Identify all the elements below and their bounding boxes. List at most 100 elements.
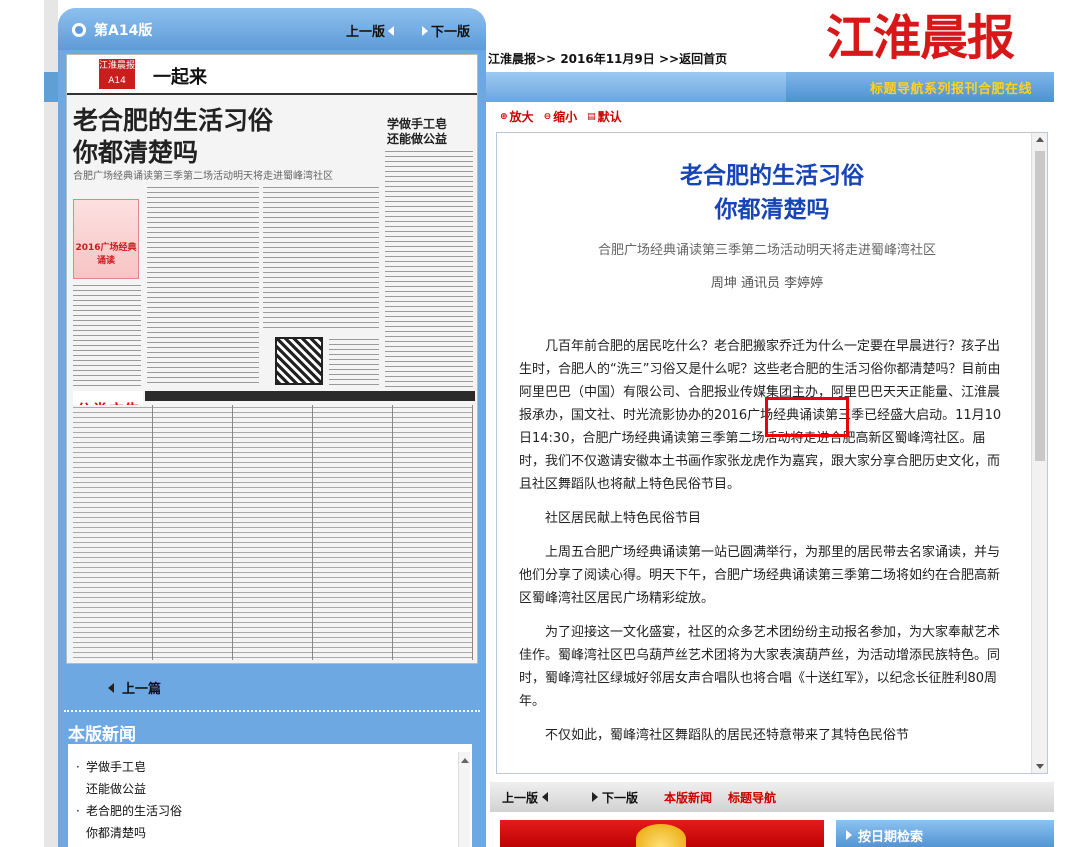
article-subtitle: 合肥广场经典诵读第三季第二场活动明天将走进蜀峰湾社区 <box>597 243 936 258</box>
zoom-out-icon: ⊖ <box>543 111 552 122</box>
newspaper-page-thumbnail[interactable]: 江淮晨报 A14 一起来 老合肥的生活习俗 你都清楚吗 合肥广场经典诵读第三季第… <box>66 54 478 664</box>
article-paragraph: 不仅如此，蜀峰湾社区舞蹈队的居民还特意带来了其特色民俗节 <box>545 728 910 743</box>
default-icon: ▤ <box>587 111 596 122</box>
news-item-2-line-1: 老合肥的生活习俗 <box>86 804 183 818</box>
left-panel-header: 第A14版 上一版 下一版 <box>58 8 486 50</box>
zoom-out-button[interactable]: ⊖ 缩小 <box>544 108 578 125</box>
zoom-in-icon: ⊕ <box>500 111 508 122</box>
zoom-controls: ⊕ 放大 ⊖ 缩小 ▤ 默认 <box>500 108 622 125</box>
page-news-list-box: · 学做手工皂 还能做公益 · 老合肥的生活习俗 你都清楚吗 <box>68 744 472 847</box>
next-page-button[interactable]: 下一版 <box>422 21 470 40</box>
article-body: 几百年前合肥的居民吃什么？老合肥搬家乔迁为什么一定要在早晨进行？孩子出生时，合肥… <box>519 335 1005 747</box>
zoom-in-button[interactable]: ⊕ 放大 <box>500 108 534 125</box>
bottom-page-news-link[interactable]: 本版新闻 <box>664 789 712 806</box>
left-panel: 第A14版 上一版 下一版 江淮晨报 A14 一起来 老合肥的生活习俗 你都清楚… <box>58 8 486 847</box>
thumbnail-text-column <box>263 185 379 331</box>
news-item-2[interactable]: · 老合肥的生活习俗 你都清楚吗 <box>76 800 472 844</box>
thumbnail-classified-ads <box>73 405 473 660</box>
target-icon <box>72 23 86 37</box>
article-paragraph: 为了迎接这一文化盛宴，社区的众多艺术团纷纷主动报名参加，为大家奉献艺术佳作。蜀峰… <box>519 625 1001 709</box>
article-title-line-2: 你都清楚吗 <box>714 196 830 223</box>
thumbnail-promo-text: 2016广场经典诵读 <box>75 243 137 266</box>
zoom-default-button[interactable]: ▤ 默认 <box>587 108 622 125</box>
breadcrumb-home-link[interactable]: >>返回首页 <box>659 52 727 66</box>
next-arrow-icon <box>592 792 599 802</box>
hefei-online-link[interactable]: 合肥在线 <box>978 82 1032 97</box>
thumbnail-side-line-2: 还能做公益 <box>387 132 448 146</box>
article-content: 老合肥的生活习俗 你都清楚吗 合肥广场经典诵读第三季第二场活动明天将走进蜀峰湾社… <box>519 159 1005 758</box>
scroll-up-icon[interactable] <box>1036 137 1044 142</box>
thumbnail-headline-line-2: 你都清楚吗 <box>73 138 199 167</box>
page-news-title: 本版新闻 <box>68 725 136 745</box>
news-item-2-line-2: 你都清楚吗 <box>86 826 147 840</box>
bullet-icon: · <box>76 760 80 774</box>
thumbnail-section: 一起来 <box>153 67 207 88</box>
thumbnail-ad-bar <box>145 391 475 401</box>
thumbnail-text-column <box>385 149 473 387</box>
scroll-down-icon[interactable] <box>1036 764 1044 769</box>
news-item-1[interactable]: · 学做手工皂 还能做公益 <box>76 756 472 800</box>
article-title-line-1: 老合肥的生活习俗 <box>680 162 864 189</box>
dotted-divider <box>64 710 480 712</box>
red-banner[interactable] <box>500 820 824 847</box>
news-item-1-line-1: 学做手工皂 <box>86 760 147 774</box>
thumbnail-header: 江淮晨报 A14 一起来 <box>67 55 477 95</box>
date-search-label: 按日期检索 <box>858 829 924 845</box>
zoom-in-label: 放大 <box>509 110 534 124</box>
next-page-label: 下一版 <box>431 25 471 40</box>
breadcrumb-site-link[interactable]: 江淮晨报>> <box>488 52 556 66</box>
zoom-default-label: 默认 <box>597 110 622 124</box>
thumbnail-badge: 江淮晨报 A14 <box>99 59 135 89</box>
qr-code-image <box>275 337 323 385</box>
thumbnail-headline[interactable]: 老合肥的生活习俗 你都清楚吗 <box>73 105 273 169</box>
article-author: 周坤 通讯员 李婷婷 <box>710 276 824 291</box>
date-search-button[interactable]: 按日期检索 <box>836 820 1054 847</box>
article-paragraph: 几百年前合肥的居民吃什么？老合肥搬家乔迁为什么一定要在早晨进行？孩子出生时，合肥… <box>519 339 1002 492</box>
edition-title: 第A14版 <box>72 20 152 40</box>
prev-article-label: 上一篇 <box>122 682 162 697</box>
site-logo[interactable]: 江淮晨报 <box>826 0 1015 68</box>
blue-bar-highlight <box>486 72 786 102</box>
bottom-prev-page-label: 上一版 <box>502 790 539 805</box>
series-link[interactable]: 系列报刊 <box>924 82 978 97</box>
thumbnail-text-column <box>147 185 259 387</box>
news-item-1-line-2: 还能做公益 <box>86 782 147 796</box>
prev-page-button[interactable]: 上一版 <box>346 21 395 40</box>
left-gutter-band <box>44 72 58 102</box>
bottom-nav: 上一版 下一版 本版新闻 标题导航 <box>490 782 1054 812</box>
article-paragraph: 上周五合肥广场经典诵读第一站已圆满举行，为那里的居民带去名家诵读，并与他们分享了… <box>519 545 1001 606</box>
prev-page-label: 上一版 <box>346 25 386 40</box>
thumbnail-promo: 2016广场经典诵读 <box>73 199 139 279</box>
left-gutter <box>44 0 58 847</box>
bottom-next-page-button[interactable]: 下一版 <box>592 789 638 806</box>
thumbnail-text-column <box>73 283 141 387</box>
thumbnail-side-headline[interactable]: 学做手工皂 还能做公益 <box>387 117 447 147</box>
bottom-next-page-label: 下一版 <box>602 790 639 805</box>
thumbnail-subhead: 合肥广场经典诵读第三季第二场活动明天将走进蜀峰湾社区 <box>73 171 333 182</box>
article-section-heading: 社区居民献上特色民俗节目 <box>545 511 702 526</box>
prev-article-arrow-icon <box>108 682 114 693</box>
date-search-arrow-icon <box>846 830 852 840</box>
scroll-thumb[interactable] <box>1035 151 1045 461</box>
top-blue-bar: 标题导航系列报刊合肥在线 <box>486 72 1054 102</box>
emblem-icon <box>636 824 686 847</box>
prev-article-button[interactable]: 上一篇 <box>108 678 161 697</box>
zoom-out-label: 缩小 <box>553 110 578 124</box>
article-title: 老合肥的生活习俗 你都清楚吗 <box>539 159 1005 227</box>
breadcrumb: 江淮晨报>> 2016年11月9日 >>返回首页 <box>488 50 727 67</box>
prev-arrow-icon <box>388 25 395 36</box>
next-arrow-icon <box>422 25 428 36</box>
article-panel: 老合肥的生活习俗 你都清楚吗 合肥广场经典诵读第三季第二场活动明天将走进蜀峰湾社… <box>496 132 1048 774</box>
article-scrollbar[interactable] <box>1031 133 1047 773</box>
breadcrumb-date: 2016年11月9日 <box>560 52 655 66</box>
bottom-title-nav-link[interactable]: 标题导航 <box>728 789 776 806</box>
bullet-icon: · <box>76 804 80 818</box>
edition-label: 第A14版 <box>94 23 153 39</box>
prev-arrow-icon <box>542 792 549 802</box>
title-nav-link[interactable]: 标题导航 <box>870 82 924 97</box>
top-links: 标题导航系列报刊合肥在线 <box>870 78 1032 97</box>
thumbnail-side-line-1: 学做手工皂 <box>387 117 448 131</box>
bottom-prev-page-button[interactable]: 上一版 <box>502 789 549 806</box>
thumbnail-headline-line-1: 老合肥的生活习俗 <box>73 106 274 135</box>
news-list-scrollbar[interactable] <box>458 752 470 847</box>
